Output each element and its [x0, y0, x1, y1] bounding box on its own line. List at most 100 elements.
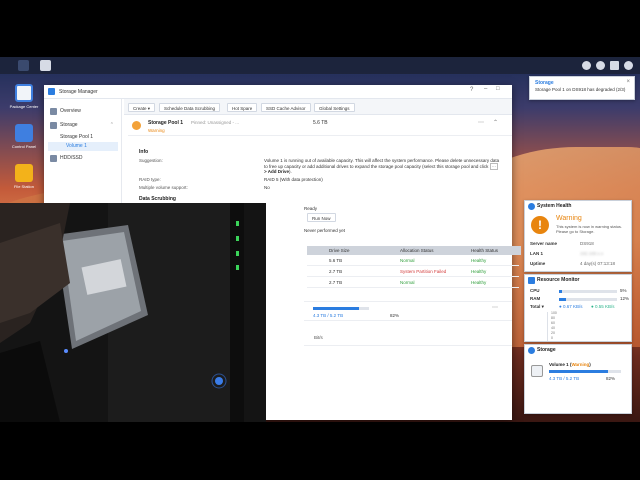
help-icon[interactable]: ?	[470, 87, 473, 93]
info-heading: Info	[139, 149, 149, 155]
drive-size: 5.6 TB	[329, 258, 343, 263]
volume-title: Volume 1 (Warning)	[549, 362, 591, 367]
ram-value: 12%	[620, 296, 630, 301]
col-allocation-status: Allocation Status	[400, 248, 434, 253]
uptime-label: Uptime	[530, 261, 546, 266]
storage-usage: 4.3 TB / 5.2 TB	[549, 376, 580, 381]
search-icon[interactable]	[624, 61, 633, 70]
apps-icon[interactable]	[40, 60, 51, 71]
storage-widget[interactable]: Storage Volume 1 (Warning) 4.3 TB / 5.2 …	[524, 344, 632, 414]
desktop-icon-label: Package Center	[9, 104, 39, 109]
desktop-icon-package-center[interactable]: Package Center	[9, 84, 39, 109]
sidebar-item-label: Storage	[60, 122, 78, 128]
col-drive-size: Drive Size	[329, 248, 350, 253]
upload-speed-value: 0.67 KB/s	[562, 304, 583, 309]
multi-volume-label: Multiple volume support:	[139, 185, 188, 190]
hdd-photo	[0, 203, 266, 422]
control-panel-icon	[15, 124, 33, 142]
raid-value: RAID 5 (With data protection)	[264, 177, 323, 182]
ram-bar-fill	[559, 298, 566, 301]
cpu-label: CPU	[530, 288, 540, 293]
taskbar	[0, 57, 640, 74]
scrubbing-note: Never performed yet	[304, 228, 346, 233]
health-status: Warning	[556, 215, 582, 222]
warning-icon: !	[531, 216, 549, 234]
sidebar-item-hdd[interactable]: HDD/SSD	[48, 154, 118, 163]
sidebar-item-label: HDD/SSD	[60, 155, 83, 161]
more-icon[interactable]: ⋯	[492, 304, 498, 311]
table-row[interactable]: 2.7 TB Normal Healthy	[307, 277, 519, 288]
schedule-scrubbing-button[interactable]: Schedule Data Scrubbing	[159, 103, 221, 112]
more-icon: ⋯	[489, 162, 499, 170]
pool-size: 5.6 TB	[313, 120, 328, 126]
resource-monitor-widget[interactable]: Resource Monitor CPU 5% RAM 12% Total ▾ …	[524, 274, 632, 342]
pool-meta: Pinned: Unassigned - ...	[191, 120, 240, 125]
sidebar-item-storage-pool[interactable]: Storage Pool 1	[48, 133, 118, 142]
sidebar-item-volume[interactable]: Volume 1	[48, 142, 118, 151]
grid-icon[interactable]	[18, 60, 29, 71]
notification-popup[interactable]: Storage × Storage Pool 1 on DS918 has de…	[529, 76, 635, 100]
window-title: Storage Manager	[59, 89, 98, 95]
hot-spare-button[interactable]: Hot Spare	[227, 103, 258, 112]
webcam-overlay	[0, 203, 266, 422]
table-row[interactable]: 2.7 TB System Partition Failed Healthy	[307, 266, 519, 277]
sidebar-item-label: Overview	[60, 108, 81, 114]
desktop-icon-label: File Station	[13, 184, 34, 189]
raid-label: RAID type:	[139, 177, 161, 182]
health-status: Healthy	[471, 269, 487, 274]
add-drive-link[interactable]: Add Drive	[268, 169, 289, 174]
storage-percent: 82%	[606, 376, 616, 381]
total-label-text: Total	[530, 304, 541, 309]
minimize-icon[interactable]: –	[484, 86, 487, 92]
desktop-icon-file-station[interactable]: File Station	[9, 164, 39, 189]
suggestion-label: Suggestion:	[139, 158, 163, 163]
cpu-bar-fill	[559, 290, 562, 293]
scrubbing-status: Ready	[304, 206, 318, 211]
close-icon[interactable]: ×	[626, 79, 630, 85]
widget-title: Storage	[537, 347, 556, 353]
uptime-value: 4 day(s) 07:13:18	[580, 261, 616, 266]
user-icon[interactable]	[596, 61, 605, 70]
run-now-button[interactable]: Run Now	[307, 213, 336, 222]
window-titlebar[interactable]: Storage Manager ? – □	[44, 85, 512, 99]
total-label: Total ▾	[530, 304, 544, 309]
volume-icon	[531, 365, 543, 377]
volume-row[interactable]: 4.3 TB / 5.2 TB 82% ⋯	[304, 301, 512, 321]
system-health-widget[interactable]: System Health ! Warning This system is n…	[524, 200, 632, 272]
suggestion-text: Volume 1 is running out of available cap…	[264, 158, 500, 175]
chat-icon[interactable]	[582, 61, 591, 70]
suggestion-body: Volume 1 is running out of available cap…	[264, 158, 500, 169]
storage-usage-fill	[549, 370, 609, 373]
suggestion-end: ).	[288, 169, 292, 175]
global-settings-button[interactable]: Global Settings	[314, 103, 355, 112]
volume-usage-fill	[313, 307, 359, 310]
pool-status: Warning	[148, 128, 165, 133]
desktop-icon-control-panel[interactable]: Control Panel	[9, 124, 39, 149]
table-row[interactable]: 5.6 TB Normal Healthy	[307, 255, 519, 266]
sidebar-item-storage[interactable]: Storage ⌃	[48, 121, 118, 130]
col-health-status: Health Status	[471, 248, 499, 253]
volume-percent: 82%	[390, 313, 400, 318]
lan-label: LAN 1	[530, 251, 544, 256]
sidebar-item-label: Storage Pool 1	[60, 134, 94, 140]
sidebar-item-overview[interactable]: Overview	[48, 107, 118, 116]
monitor-icon[interactable]	[610, 61, 619, 70]
more-icon[interactable]: ⋯	[478, 119, 484, 126]
pool-header[interactable]: Storage Pool 1 Pinned: Unassigned - ... …	[128, 118, 512, 136]
graph-tick: 100	[551, 311, 557, 315]
graph-tick: 40	[551, 326, 555, 330]
chevron-up-icon[interactable]: ⌃	[493, 119, 498, 126]
maximize-icon[interactable]: □	[496, 86, 500, 92]
create-button-label: Create	[133, 106, 147, 111]
health-status: Healthy	[471, 280, 487, 285]
create-button[interactable]: Create ▾	[128, 103, 156, 112]
lan-value: 192.168.x.x	[580, 251, 604, 256]
health-status: Healthy	[471, 258, 487, 263]
volume-label: Volume 1	[549, 362, 569, 367]
folder-icon	[15, 164, 33, 182]
ssd-cache-advisor-button[interactable]: SSD Cache Advisor	[261, 103, 311, 112]
pool-name: Storage Pool 1	[148, 120, 184, 126]
chevron-up-icon[interactable]: ⌃	[110, 121, 114, 130]
volume-usage-bar	[313, 307, 369, 310]
package-icon	[15, 84, 33, 102]
